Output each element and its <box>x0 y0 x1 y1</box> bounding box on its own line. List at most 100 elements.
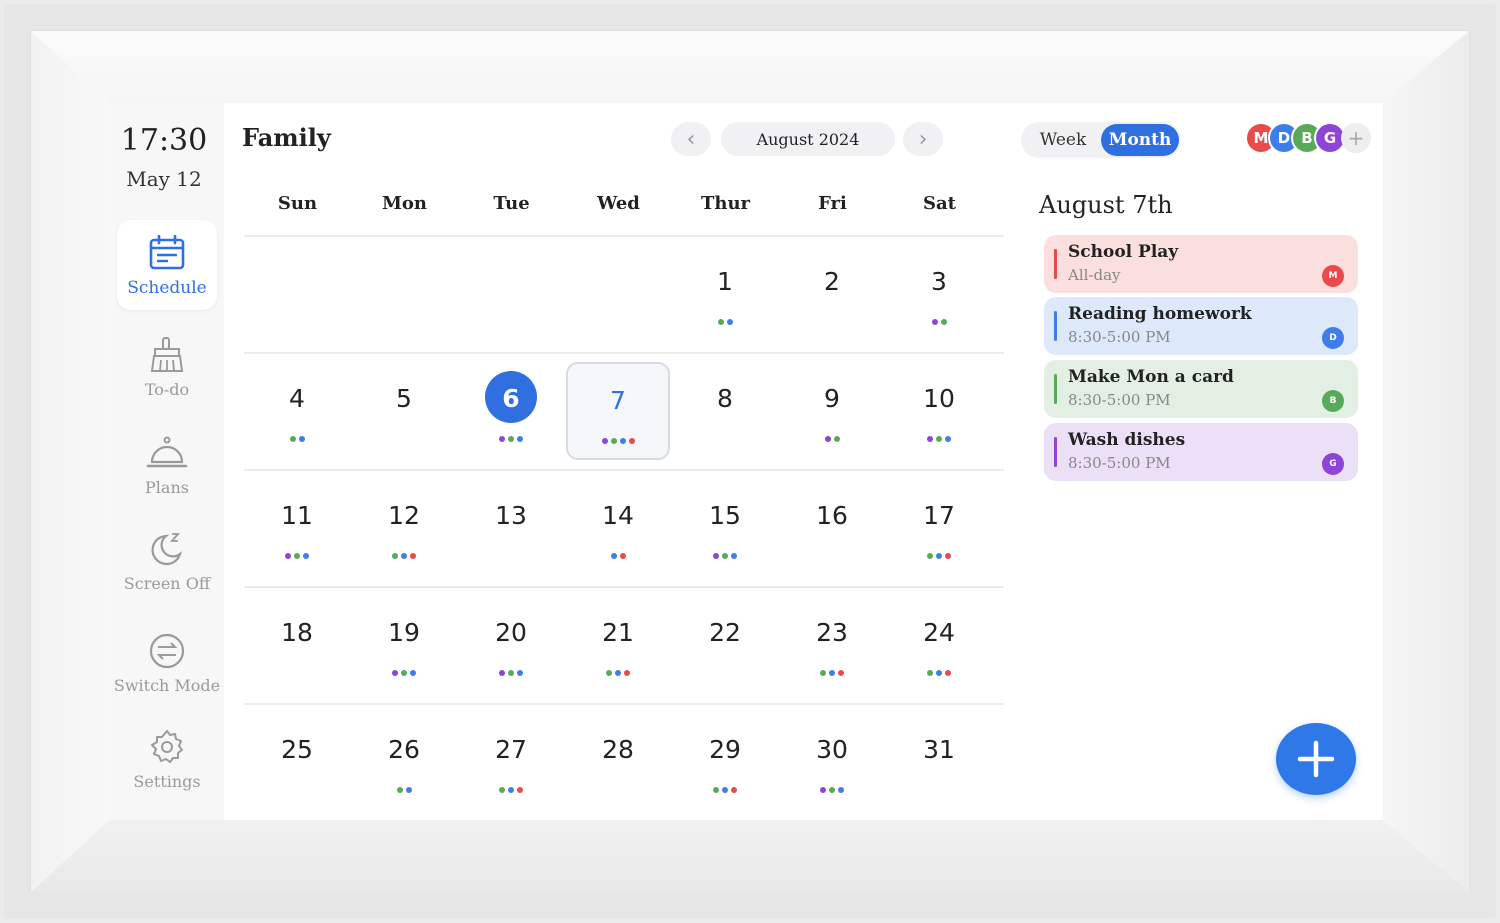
sidebar-item-label: Switch Mode <box>113 675 221 695</box>
event-dots <box>673 553 777 559</box>
prev-month-button[interactable]: ‹ <box>671 122 711 156</box>
event-dot <box>517 670 523 676</box>
event-dot <box>722 787 728 793</box>
sidebar-item-plans[interactable]: Plans <box>117 419 217 509</box>
day-cell[interactable]: 2 <box>780 245 884 343</box>
day-cell[interactable]: 5 <box>352 362 456 460</box>
day-cell[interactable]: 30 <box>780 713 884 811</box>
event-dots <box>887 436 991 442</box>
event-avatar: G <box>1322 453 1344 475</box>
day-cell[interactable]: 20 <box>459 596 563 694</box>
event-dot <box>499 670 505 676</box>
event-card[interactable]: Make Mon a card 8:30-5:00 PM B <box>1044 360 1358 418</box>
sidebar-item-label: Schedule <box>127 278 207 298</box>
event-dot <box>945 670 951 676</box>
day-cell[interactable]: 6 <box>459 362 563 460</box>
day-cell[interactable]: 12 <box>352 479 456 577</box>
day-cell[interactable]: 7 <box>566 362 670 460</box>
day-cell[interactable]: 31 <box>887 713 991 811</box>
day-number: 18 <box>281 618 313 647</box>
day-cell[interactable]: 9 <box>780 362 884 460</box>
day-cell[interactable]: 14 <box>566 479 670 577</box>
weekday-label: Sun <box>277 193 318 214</box>
switch-arrows-icon <box>146 630 188 672</box>
day-cell[interactable]: 3 <box>887 245 991 343</box>
event-dot <box>410 670 416 676</box>
event-title: Make Mon a card <box>1068 367 1234 387</box>
event-dot <box>499 787 505 793</box>
event-dot <box>713 787 719 793</box>
day-cell[interactable]: 27 <box>459 713 563 811</box>
moon-icon <box>146 528 188 570</box>
day-cell[interactable]: 29 <box>673 713 777 811</box>
sidebar-item-label: Screen Off <box>123 573 211 593</box>
broom-icon <box>146 334 188 376</box>
next-month-button[interactable]: › <box>903 122 943 156</box>
view-month-button[interactable]: Month <box>1101 124 1179 156</box>
event-dot <box>619 438 626 444</box>
day-number: 19 <box>388 618 420 647</box>
day-number: 15 <box>709 501 741 530</box>
day-cell[interactable]: 17 <box>887 479 991 577</box>
add-event-button[interactable] <box>1276 723 1356 795</box>
sidebar-item-schedule[interactable]: Schedule <box>117 220 217 310</box>
event-dot <box>396 787 403 793</box>
event-dot <box>833 436 840 442</box>
day-cell[interactable]: 15 <box>673 479 777 577</box>
event-dot <box>401 670 407 676</box>
day-cell[interactable]: 24 <box>887 596 991 694</box>
day-cell[interactable]: 10 <box>887 362 991 460</box>
day-cell[interactable]: 25 <box>245 713 349 811</box>
week-divider <box>244 703 1004 705</box>
event-dot <box>829 670 835 676</box>
day-cell[interactable]: 8 <box>673 362 777 460</box>
event-dots <box>673 787 777 793</box>
event-title: Wash dishes <box>1068 430 1186 450</box>
frame-bevel-left <box>31 31 109 892</box>
event-dot <box>392 553 398 559</box>
day-cell[interactable]: 23 <box>780 596 884 694</box>
day-number: 29 <box>709 735 741 764</box>
day-cell[interactable]: 22 <box>673 596 777 694</box>
sidebar-item-settings[interactable]: Settings <box>117 713 217 803</box>
day-cell[interactable]: 1 <box>673 245 777 343</box>
event-avatar: B <box>1322 390 1344 412</box>
add-member-button[interactable]: + <box>1341 123 1371 153</box>
weekday-label: Sat <box>923 193 956 214</box>
event-card[interactable]: Reading homework 8:30-5:00 PM D <box>1044 297 1358 355</box>
event-dot <box>610 553 617 559</box>
event-dot <box>713 553 719 559</box>
event-dots <box>780 787 884 793</box>
day-cell[interactable]: 19 <box>352 596 456 694</box>
sidebar-item-todo[interactable]: To-do <box>117 321 217 411</box>
event-dots <box>459 436 563 442</box>
event-dot <box>824 436 831 442</box>
day-cell[interactable]: 26 <box>352 713 456 811</box>
view-week-button[interactable]: Week <box>1021 122 1105 158</box>
event-dot <box>606 670 612 676</box>
sidebar-item-screen-off[interactable]: Screen Off <box>117 515 217 605</box>
month-label[interactable]: August 2024 <box>721 122 895 156</box>
day-number: 31 <box>923 735 955 764</box>
day-cell[interactable]: 13 <box>459 479 563 577</box>
event-card[interactable]: Wash dishes 8:30-5:00 PM G <box>1044 423 1358 481</box>
day-cell[interactable]: 11 <box>245 479 349 577</box>
day-number: 16 <box>816 501 848 530</box>
day-number: 28 <box>602 735 634 764</box>
day-number: 4 <box>289 384 305 413</box>
day-cell[interactable]: 18 <box>245 596 349 694</box>
day-cell[interactable]: 21 <box>566 596 670 694</box>
event-dot <box>392 670 398 676</box>
day-cell[interactable]: 28 <box>566 713 670 811</box>
frame-bevel-top <box>31 31 1469 103</box>
event-card[interactable]: School Play All-day M <box>1044 235 1358 293</box>
event-color-bar <box>1054 249 1057 279</box>
clock-date: May 12 <box>126 167 202 191</box>
sidebar-item-switch-mode[interactable]: Switch Mode <box>113 617 221 707</box>
day-cell[interactable]: 4 <box>245 362 349 460</box>
chevron-left-icon: ‹ <box>686 126 696 152</box>
day-number: 1 <box>717 267 733 296</box>
day-cell[interactable]: 16 <box>780 479 884 577</box>
sidebar-item-label: Settings <box>133 771 201 791</box>
view-toggle: Week Month <box>1021 122 1181 158</box>
